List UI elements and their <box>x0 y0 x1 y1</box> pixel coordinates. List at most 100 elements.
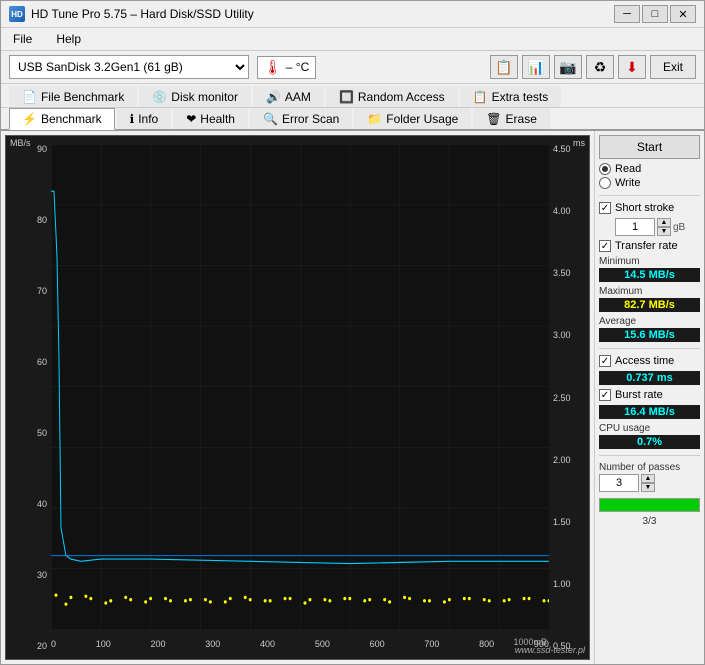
icon-btn-2[interactable]: 📊 <box>522 55 550 79</box>
tab-file-benchmark[interactable]: 📄 File Benchmark <box>9 86 137 107</box>
tab-health[interactable]: ❤ Health <box>173 108 248 129</box>
divider-3 <box>599 455 700 456</box>
aam-icon: 🔊 <box>266 90 281 104</box>
y-label-r-4.00: 4.00 <box>551 206 587 216</box>
y-label-r-1.50: 1.50 <box>551 517 587 527</box>
benchmark-label: Benchmark <box>41 112 102 126</box>
access-time-value: 0.737 ms <box>599 371 700 385</box>
access-time-label: Access time <box>615 355 674 367</box>
tab-folder-usage[interactable]: 📁 Folder Usage <box>354 108 471 129</box>
close-button[interactable]: ✕ <box>670 5 696 23</box>
icon-btn-3[interactable]: 📷 <box>554 55 582 79</box>
radio-read[interactable]: Read <box>599 163 700 175</box>
tab-extra-tests[interactable]: 📋 Extra tests <box>460 86 562 107</box>
icon-btn-1[interactable]: 📋 <box>490 55 518 79</box>
burst-rate-checkbox[interactable]: ✓ Burst rate <box>599 389 700 401</box>
progress-text: 3/3 <box>599 516 700 527</box>
y-label-r-3.50: 3.50 <box>551 268 587 278</box>
radio-read-circle <box>599 163 611 175</box>
x-label-700: 700 <box>424 639 439 649</box>
average-value: 15.6 MB/s <box>599 328 700 342</box>
disk-monitor-label: Disk monitor <box>171 90 238 104</box>
toolbar: USB SanDisk 3.2Gen1 (61 gB) 🌡 – °C 📋 📊 📷… <box>1 51 704 84</box>
minimize-button[interactable]: ─ <box>614 5 640 23</box>
file-benchmark-icon: 📄 <box>22 90 37 104</box>
maximum-stat: Maximum 82.7 MB/s <box>599 286 700 312</box>
progress-bar-container <box>599 498 700 512</box>
transfer-rate-label: Transfer rate <box>615 240 678 252</box>
tab-erase[interactable]: 🗑 Erase <box>473 108 550 129</box>
erase-icon: 🗑 <box>486 112 501 126</box>
passes-down[interactable]: ▼ <box>641 483 655 492</box>
short-stroke-down[interactable]: ▼ <box>657 227 671 236</box>
tab-disk-monitor[interactable]: 💿 Disk monitor <box>139 86 251 107</box>
access-time-check: ✓ <box>599 355 611 367</box>
tab-random-access[interactable]: 🔲 Random Access <box>326 86 458 107</box>
y-label-r-1.00: 1.00 <box>551 579 587 589</box>
passes-spinner-btns: ▲ ▼ <box>641 474 655 492</box>
health-icon: ❤ <box>186 112 196 126</box>
menu-file[interactable]: File <box>9 30 36 48</box>
device-select[interactable]: USB SanDisk 3.2Gen1 (61 gB) <box>9 55 249 79</box>
main-window: HD HD Tune Pro 5.75 – Hard Disk/SSD Util… <box>0 0 705 665</box>
side-panel: Start Read Write ✓ Short stroke <box>594 131 704 664</box>
error-scan-icon: 🔍 <box>263 112 278 126</box>
health-label: Health <box>200 112 235 126</box>
divider-2 <box>599 348 700 349</box>
window-title: HD Tune Pro 5.75 – Hard Disk/SSD Utility <box>31 7 254 21</box>
maximize-button[interactable]: □ <box>642 5 668 23</box>
short-stroke-input[interactable] <box>615 218 655 236</box>
tab-info[interactable]: ℹ Info <box>117 108 172 129</box>
transfer-rate-checkbox[interactable]: ✓ Transfer rate <box>599 240 700 252</box>
short-stroke-checkbox[interactable]: ✓ Short stroke <box>599 202 700 214</box>
radio-write[interactable]: Write <box>599 177 700 189</box>
tab-aam[interactable]: 🔊 AAM <box>253 86 324 107</box>
random-access-icon: 🔲 <box>339 90 354 104</box>
icon-btn-4[interactable]: ♻ <box>586 55 614 79</box>
passes-stat: Number of passes ▲ ▼ <box>599 462 700 492</box>
y-label-90: 90 <box>8 144 49 154</box>
file-benchmark-label: File Benchmark <box>41 90 124 104</box>
icon-btn-5[interactable]: ⬇ <box>618 55 646 79</box>
cpu-usage-label: CPU usage <box>599 423 700 434</box>
cpu-usage-stat: CPU usage 0.7% <box>599 423 700 449</box>
info-icon: ℹ <box>130 112 135 126</box>
minimum-label: Minimum <box>599 256 700 267</box>
short-stroke-spinner-btns: ▲ ▼ <box>657 218 671 236</box>
start-button[interactable]: Start <box>599 135 700 159</box>
radio-group: Read Write <box>599 163 700 189</box>
y-label-r-2.00: 2.00 <box>551 455 587 465</box>
error-scan-label: Error Scan <box>282 112 339 126</box>
divider-1 <box>599 195 700 196</box>
menu-help[interactable]: Help <box>52 30 85 48</box>
info-label: Info <box>138 112 158 126</box>
tab-benchmark[interactable]: ⚡ Benchmark <box>9 108 115 130</box>
passes-up[interactable]: ▲ <box>641 474 655 483</box>
passes-input[interactable] <box>599 474 639 492</box>
disk-monitor-icon: 💿 <box>152 90 167 104</box>
y-label-20: 20 <box>8 641 49 651</box>
tab-error-scan[interactable]: 🔍 Error Scan <box>250 108 352 129</box>
access-time-checkbox[interactable]: ✓ Access time <box>599 355 700 367</box>
exit-button[interactable]: Exit <box>650 55 696 79</box>
y-axis-right: 4.50 4.00 3.50 3.00 2.50 2.00 1.50 1.00 … <box>549 136 589 659</box>
short-stroke-up[interactable]: ▲ <box>657 218 671 227</box>
menu-bar: File Help <box>1 28 704 51</box>
access-time-stat: 0.737 ms <box>599 371 700 385</box>
chart-container: MB/s ms 90 80 70 60 50 40 30 20 4.50 4.0… <box>6 136 589 659</box>
tabs-row1: 📄 File Benchmark 💿 Disk monitor 🔊 AAM 🔲 … <box>1 84 704 108</box>
y-label-80: 80 <box>8 215 49 225</box>
x-label-800: 800 <box>479 639 494 649</box>
x-label-100: 100 <box>96 639 111 649</box>
burst-rate-check: ✓ <box>599 389 611 401</box>
erase-label: Erase <box>506 112 537 126</box>
folder-usage-icon: 📁 <box>367 112 382 126</box>
passes-label: Number of passes <box>599 462 700 473</box>
main-content: MB/s ms 90 80 70 60 50 40 30 20 4.50 4.0… <box>1 131 704 664</box>
folder-usage-label: Folder Usage <box>386 112 458 126</box>
y-label-r-4.50: 4.50 <box>551 144 587 154</box>
minimum-stat: Minimum 14.5 MB/s <box>599 256 700 282</box>
radio-write-circle <box>599 177 611 189</box>
y-label-r-3.00: 3.00 <box>551 330 587 340</box>
benchmark-icon: ⚡ <box>22 112 37 126</box>
